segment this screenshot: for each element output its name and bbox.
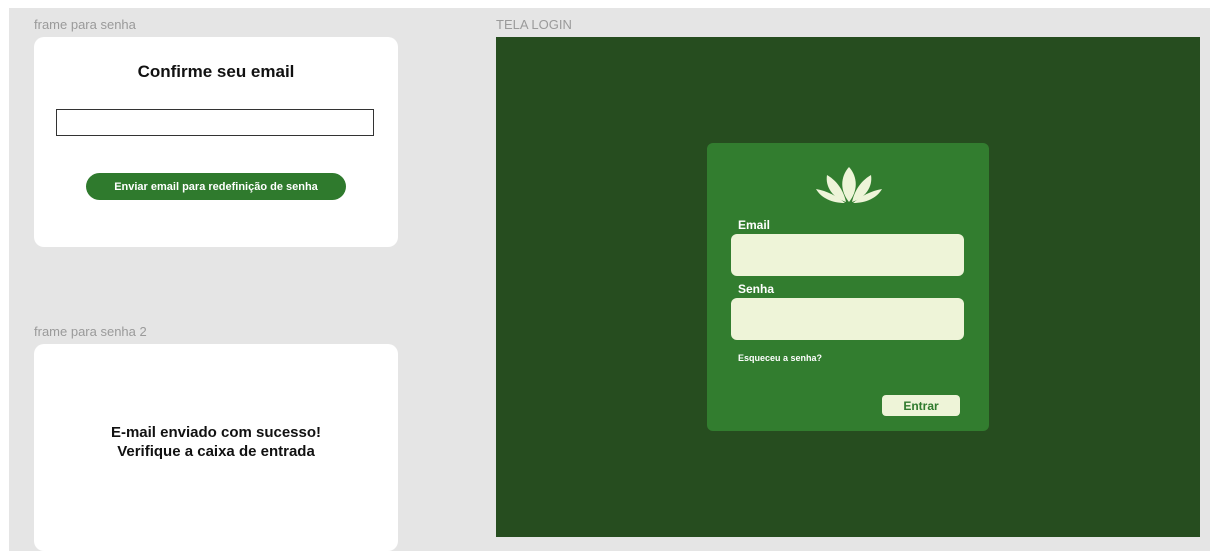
lotus-icon — [816, 167, 882, 203]
password-recovery-frame: Confirme seu email Enviar email para red… — [34, 37, 398, 247]
email-label: Email — [738, 218, 771, 232]
password-label: Senha — [738, 282, 775, 296]
frame-label-password: frame para senha — [34, 17, 136, 32]
login-card: Email Senha Esqueceu a senha? Entrar — [707, 143, 989, 431]
password-input[interactable] — [731, 298, 964, 340]
email-sent-frame: E-mail enviado com sucesso! Verifique a … — [34, 344, 398, 551]
frame-label-password-2: frame para senha 2 — [34, 324, 147, 339]
confirm-email-title: Confirme seu email — [137, 62, 295, 81]
frame-label-login: TELA LOGIN — [496, 17, 572, 32]
forgot-password-link[interactable]: Esqueceu a senha? — [738, 353, 822, 363]
send-reset-email-button[interactable]: Enviar email para redefinição de senha — [86, 173, 346, 200]
email-input[interactable] — [731, 234, 964, 276]
enter-button[interactable]: Entrar — [882, 395, 960, 416]
email-sent-message: E-mail enviado com sucesso! — [110, 424, 322, 441]
confirm-email-input[interactable] — [56, 109, 374, 136]
check-inbox-message: Verifique a caixa de entrada — [117, 443, 315, 460]
login-screen-frame: Email Senha Esqueceu a senha? Entrar — [496, 37, 1200, 537]
